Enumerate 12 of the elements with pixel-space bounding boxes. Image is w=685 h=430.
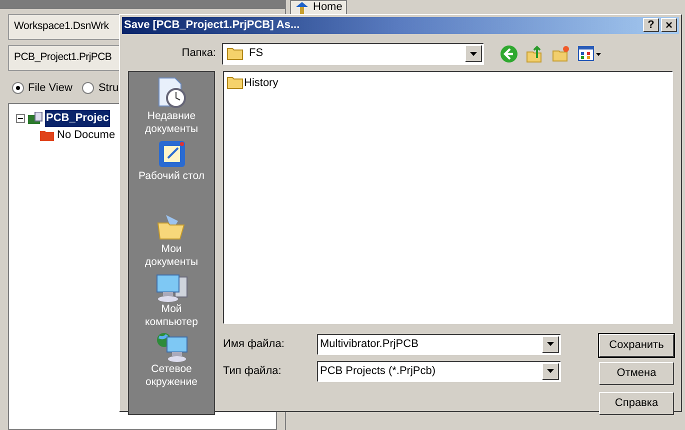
field-label: Имя файла: xyxy=(223,336,286,352)
field-label: Тип файла: xyxy=(223,364,282,379)
folder-value: FS xyxy=(249,46,264,62)
dialog-title: Save [PCB_Project1.PrjPCB] As... xyxy=(124,18,300,33)
radio-label: File View xyxy=(28,80,72,96)
radio-label: Stru xyxy=(98,80,119,96)
place-label: Рабочий стол xyxy=(138,170,204,182)
place-label: Недавние документы xyxy=(144,110,200,136)
folder-label: Папка: xyxy=(180,46,217,62)
place-label: Мой компьютер xyxy=(144,302,199,328)
place-label: Мои документы xyxy=(144,242,200,268)
place-label: Сетевое окружение xyxy=(144,362,198,388)
